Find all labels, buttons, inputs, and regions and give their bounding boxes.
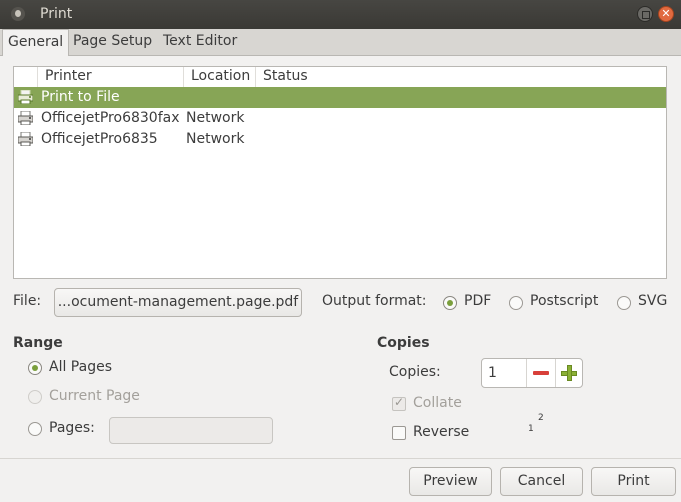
column-header-printer[interactable]: Printer [37, 67, 183, 87]
all-pages-label[interactable]: All Pages [49, 359, 112, 375]
format-pdf-radio[interactable] [443, 296, 457, 310]
collate-preview-page-1: 1 [528, 424, 534, 434]
preview-button[interactable]: Preview [409, 467, 492, 496]
current-page-radio [28, 390, 42, 404]
format-postscript-radio[interactable] [509, 296, 523, 310]
file-chooser-button[interactable]: ...ocument-management.page.pdf [54, 288, 302, 317]
pages-input[interactable] [109, 417, 273, 444]
printer-name: OfficejetPro6835 [41, 131, 158, 147]
copies-title: Copies [377, 335, 430, 351]
app-icon [11, 7, 25, 21]
column-header-status[interactable]: Status [255, 67, 666, 87]
output-format-label: Output format: [322, 293, 427, 309]
tab-page-setup[interactable]: Page Setup [68, 29, 157, 55]
button-divider [0, 458, 681, 459]
print-dialog: Print ✕ General Page Setup Text Editor P… [0, 0, 681, 502]
printer-icon [18, 132, 33, 146]
collate-preview-page-2: 2 [538, 413, 544, 423]
printer-row[interactable]: OfficejetPro6830fax Network [14, 108, 666, 129]
close-icon[interactable]: ✕ [658, 6, 674, 22]
reverse-checkbox[interactable] [392, 426, 406, 440]
pages-label[interactable]: Pages: [49, 420, 95, 436]
plus-icon[interactable] [556, 359, 582, 387]
tab-bar: General Page Setup Text Editor [0, 29, 681, 56]
list-header: Printer Location Status [14, 67, 666, 88]
printer-location: Network [186, 131, 245, 147]
collate-label: Collate [413, 395, 462, 411]
copies-label: Copies: [389, 364, 441, 380]
collate-checkbox [392, 395, 406, 411]
format-svg-label[interactable]: SVG [638, 293, 667, 309]
printer-icon [18, 111, 33, 125]
current-page-label: Current Page [49, 388, 140, 404]
printer-location: Network [186, 110, 245, 126]
printer-row[interactable]: Print to File [14, 87, 666, 108]
file-printer-icon [18, 90, 33, 104]
print-button[interactable]: Print [591, 467, 676, 496]
printer-list[interactable]: Printer Location Status Print to File Of… [13, 66, 667, 279]
format-pdf-label[interactable]: PDF [464, 293, 491, 309]
reverse-label[interactable]: Reverse [413, 424, 469, 440]
window-title: Print [40, 6, 73, 22]
copies-spinbutton[interactable]: 1 [481, 358, 583, 388]
cancel-button[interactable]: Cancel [500, 467, 583, 496]
format-svg-radio[interactable] [617, 296, 631, 310]
range-title: Range [13, 335, 63, 351]
printer-name: Print to File [41, 89, 120, 105]
tab-text-editor[interactable]: Text Editor [158, 29, 242, 55]
title-bar: Print ✕ [0, 0, 681, 29]
copies-value[interactable]: 1 [488, 359, 497, 387]
format-postscript-label[interactable]: Postscript [530, 293, 598, 309]
minus-icon[interactable] [527, 359, 555, 387]
pages-radio[interactable] [28, 422, 42, 436]
printer-row[interactable]: OfficejetPro6835 Network [14, 129, 666, 150]
printer-name: OfficejetPro6830fax [41, 110, 180, 126]
column-header-location[interactable]: Location [183, 67, 255, 87]
tab-general[interactable]: General [2, 29, 70, 56]
all-pages-radio[interactable] [28, 361, 42, 375]
maximize-icon[interactable] [637, 6, 653, 22]
file-label: File: [13, 293, 42, 309]
